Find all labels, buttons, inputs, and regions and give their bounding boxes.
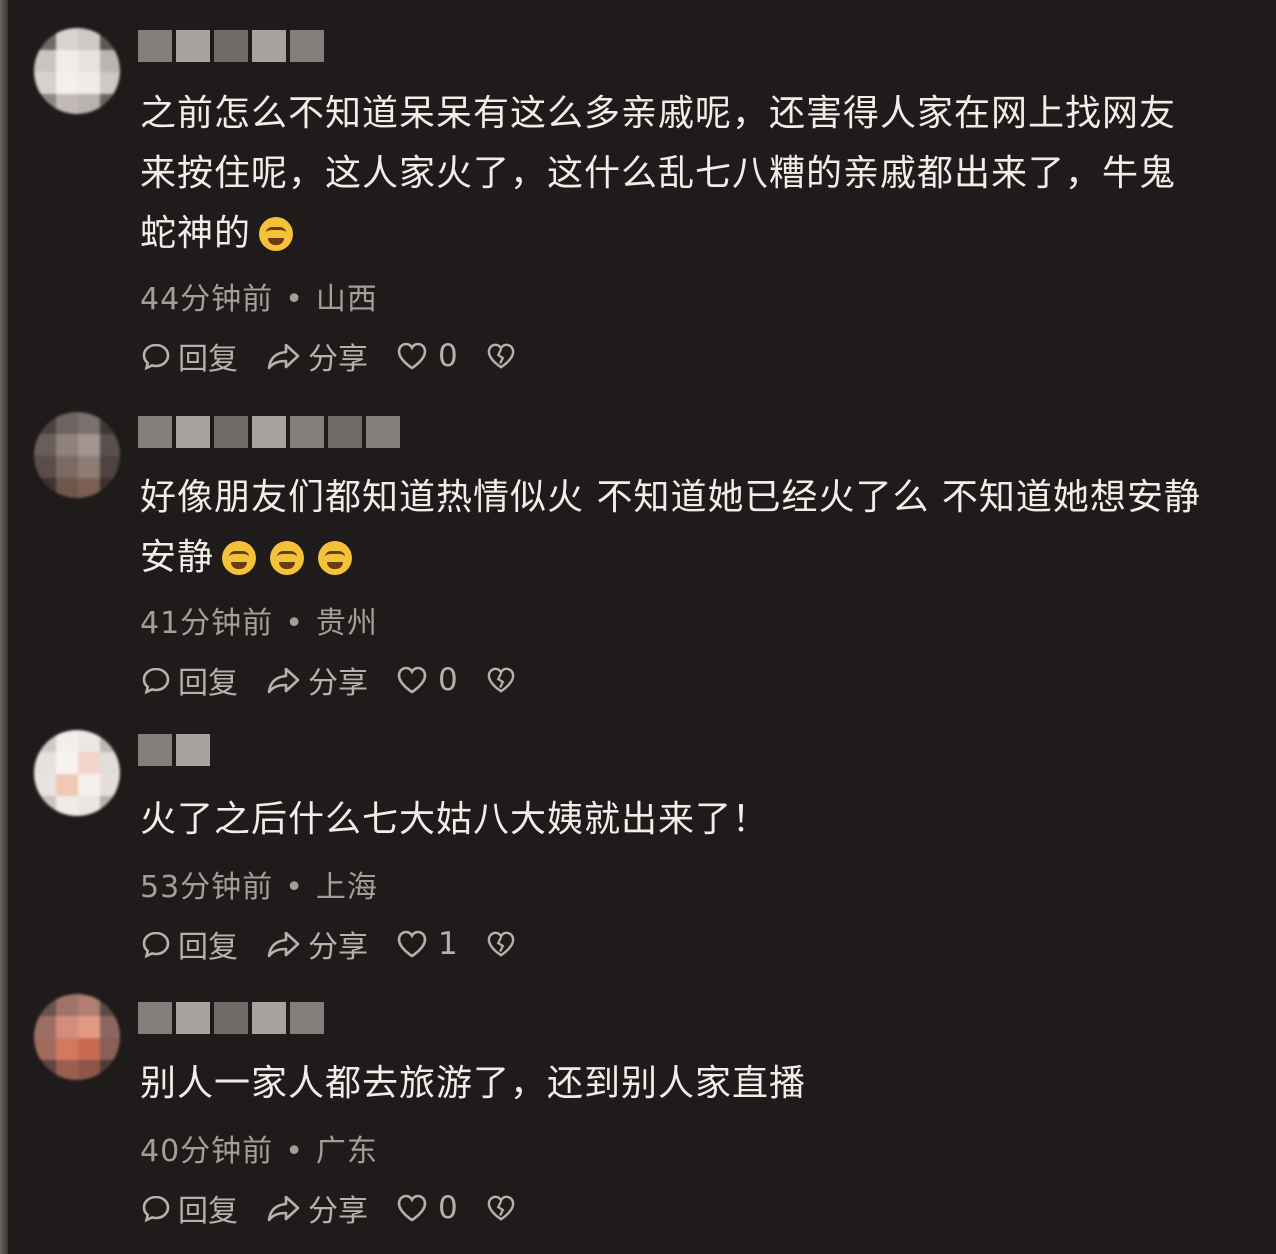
avatar[interactable] (34, 994, 120, 1080)
comment-text: 火了之后什么七大姑八大姨就出来了！ (140, 799, 770, 840)
heart-icon (397, 930, 427, 958)
like-button[interactable]: 0 (396, 1190, 458, 1226)
comment-meta: 44分钟前 • 山西 (140, 282, 378, 317)
avatar[interactable] (34, 28, 120, 114)
tears-of-joy-emoji (222, 541, 257, 575)
comment-text: 之前怎么不知道呆呆有这么多亲戚呢，还害得人家在网上找网友 来按住呢，这人家火了，… (140, 93, 1177, 254)
dislike-button[interactable] (486, 342, 516, 370)
comment-bubble-icon (142, 667, 170, 695)
dislike-button[interactable] (486, 930, 516, 958)
username-blurred[interactable] (138, 734, 210, 766)
reply-button[interactable]: 回复 (140, 658, 238, 702)
comment-actions: 回复 分享 0 (140, 1186, 544, 1230)
comment-bubble-icon (142, 931, 170, 959)
share-arrow-icon (267, 667, 300, 694)
comment-text: 好像朋友们都知道热情似火 不知道她已经火了么 不知道她想安静 安静 (140, 477, 1201, 578)
username-blurred[interactable] (138, 1002, 324, 1034)
like-count: 1 (438, 926, 458, 962)
reply-button[interactable]: 回复 (140, 1186, 238, 1230)
username-blurred[interactable] (138, 30, 324, 62)
like-button[interactable]: 1 (396, 926, 458, 962)
like-button[interactable]: 0 (396, 662, 458, 698)
reply-button[interactable]: 回复 (140, 334, 238, 378)
like-button[interactable]: 0 (396, 338, 458, 374)
comment-actions: 回复 分享 0 (140, 658, 544, 702)
dislike-button[interactable] (486, 1194, 516, 1222)
broken-heart-icon (487, 1195, 515, 1221)
left-edge (0, 0, 8, 1254)
comment-meta: 40分钟前 • 广东 (140, 1134, 378, 1169)
tears-of-joy-emoji (270, 541, 305, 575)
heart-icon (397, 1194, 427, 1222)
comment-actions: 回复 分享 0 (140, 334, 544, 378)
share-button[interactable]: 分享 (266, 334, 368, 378)
crying-face-emoji (259, 217, 294, 251)
comment-meta: 53分钟前 • 上海 (140, 870, 378, 905)
broken-heart-icon (487, 931, 515, 957)
reply-button[interactable]: 回复 (140, 922, 238, 966)
share-button[interactable]: 分享 (266, 658, 368, 702)
like-count: 0 (438, 662, 458, 698)
share-arrow-icon (267, 343, 300, 370)
comment-bubble-icon (142, 1195, 170, 1223)
tears-of-joy-emoji (318, 541, 353, 575)
broken-heart-icon (487, 667, 515, 693)
username-blurred[interactable] (138, 416, 400, 448)
comment-text: 别人一家人都去旅游了，还到别人家直播 (140, 1063, 807, 1104)
share-button[interactable]: 分享 (266, 922, 368, 966)
heart-icon (397, 342, 427, 370)
share-button[interactable]: 分享 (266, 1186, 368, 1230)
share-arrow-icon (267, 931, 300, 958)
comment-meta: 41分钟前 • 贵州 (140, 606, 378, 641)
share-arrow-icon (267, 1195, 300, 1222)
comment-actions: 回复 分享 1 (140, 922, 544, 966)
like-count: 0 (438, 338, 458, 374)
comment-bubble-icon (142, 343, 170, 371)
like-count: 0 (438, 1190, 458, 1226)
avatar[interactable] (34, 412, 120, 498)
avatar[interactable] (34, 730, 120, 816)
heart-icon (397, 666, 427, 694)
dislike-button[interactable] (486, 666, 516, 694)
broken-heart-icon (487, 343, 515, 369)
